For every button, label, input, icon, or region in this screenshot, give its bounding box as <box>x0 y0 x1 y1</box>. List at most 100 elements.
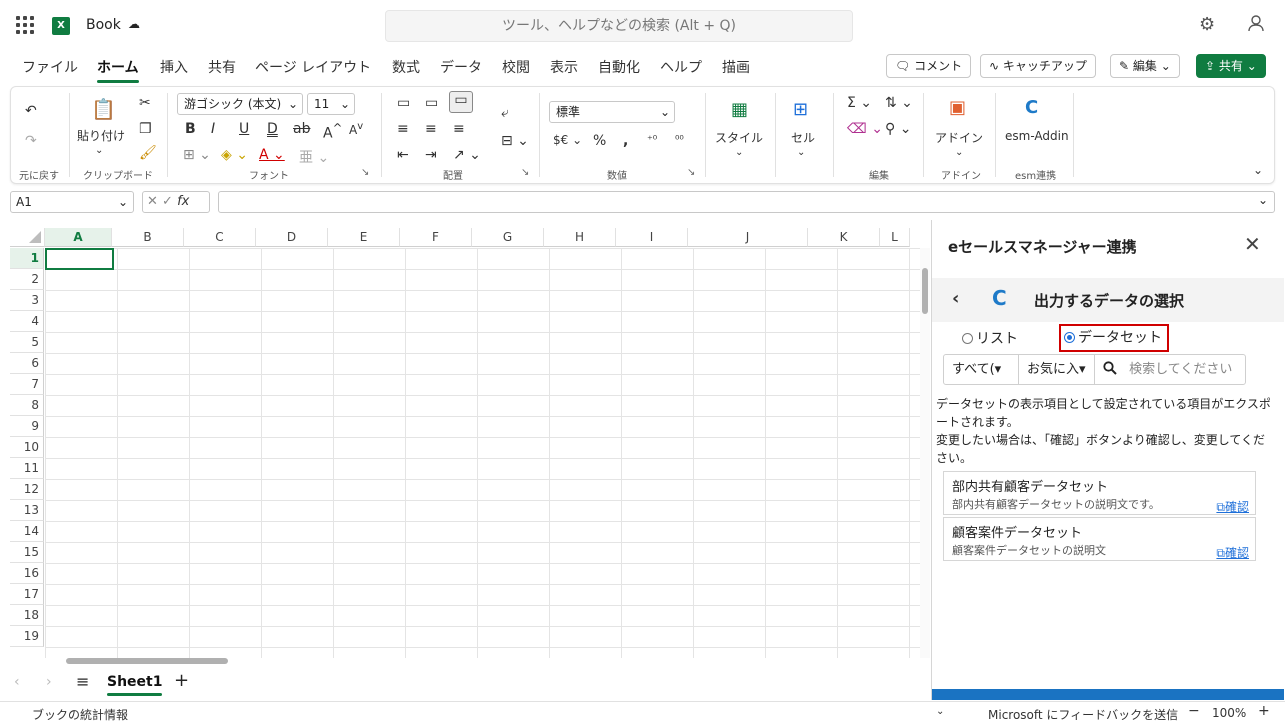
paste-icon[interactable]: 📋 <box>91 97 116 121</box>
clear-icon[interactable]: ⌫ ⌄ <box>847 121 883 137</box>
zoom-out-icon[interactable]: − <box>1188 703 1200 719</box>
account-icon[interactable] <box>1247 14 1265 37</box>
row-header[interactable]: 10 <box>10 437 44 458</box>
column-header[interactable]: K <box>808 228 880 247</box>
ribbon-expand-icon[interactable]: ⌄ <box>1253 163 1263 177</box>
formula-input[interactable]: ⌄ <box>218 191 1275 213</box>
chevron-down-icon[interactable]: ⌄ <box>95 145 103 156</box>
check-icon[interactable]: ✓ <box>162 194 173 209</box>
tab-file[interactable]: ファイル <box>22 57 78 77</box>
decrease-decimal-icon[interactable]: ⁰⁰ <box>675 133 684 146</box>
paste-button[interactable]: 貼り付け <box>77 127 125 144</box>
catchup-button[interactable]: ∿ キャッチアップ <box>980 54 1096 78</box>
row-header[interactable]: 4 <box>10 311 44 332</box>
zoom-level[interactable]: 100% <box>1212 706 1246 720</box>
tab-formulas[interactable]: 数式 <box>392 57 420 77</box>
increase-indent-icon[interactable]: ⇥ <box>425 147 437 163</box>
select-all-corner[interactable] <box>10 228 45 247</box>
autosum-icon[interactable]: Σ ⌄ <box>847 95 872 111</box>
merge-cells-icon[interactable]: ⊟ ⌄ <box>501 133 529 149</box>
phonetic-icon[interactable]: 亜 ⌄ <box>299 147 329 167</box>
column-header[interactable]: F <box>400 228 472 247</box>
cut-icon[interactable]: ✂ <box>139 95 151 111</box>
tab-insert[interactable]: 挿入 <box>160 57 188 77</box>
row-header[interactable]: 6 <box>10 353 44 374</box>
redo-icon[interactable]: ↷ <box>25 133 37 149</box>
sort-filter-icon[interactable]: ⇅ ⌄ <box>885 95 913 111</box>
bold-icon[interactable]: B <box>185 121 196 137</box>
decrease-indent-icon[interactable]: ⇤ <box>397 147 409 163</box>
name-box[interactable]: A1 ⌄ <box>10 191 134 213</box>
wrap-text-icon[interactable]: ⤶ <box>501 105 509 121</box>
all-sheets-icon[interactable]: ≡ <box>76 672 89 691</box>
row-header[interactable]: 18 <box>10 605 44 626</box>
align-left-icon[interactable]: ≡ <box>397 121 409 137</box>
esm-logo-icon[interactable]: C <box>1025 97 1038 118</box>
pane-search-input[interactable]: 検索してください <box>1095 355 1245 384</box>
tab-home[interactable]: ホーム <box>97 57 139 83</box>
tab-review[interactable]: 校閲 <box>502 57 530 77</box>
share-button[interactable]: ⇪ 共有 ⌄ <box>1196 54 1266 78</box>
back-icon[interactable]: ‹ <box>952 288 959 309</box>
tab-share[interactable]: 共有 <box>208 57 236 77</box>
row-header[interactable]: 3 <box>10 290 44 311</box>
row-header[interactable]: 17 <box>10 584 44 605</box>
tab-view[interactable]: 表示 <box>550 57 578 77</box>
align-right-icon[interactable]: ≡ <box>453 121 465 137</box>
align-top-icon[interactable]: ▭ <box>397 95 410 111</box>
tab-help[interactable]: ヘルプ <box>660 57 702 77</box>
next-sheet-icon[interactable]: › <box>46 674 52 690</box>
strikethrough-icon[interactable]: ab <box>293 121 310 137</box>
zoom-in-icon[interactable]: + <box>1258 703 1270 719</box>
font-size-select[interactable]: 11 ⌄ <box>307 93 355 115</box>
column-header[interactable]: L <box>880 228 910 247</box>
row-header[interactable]: 1 <box>10 248 44 269</box>
dataset-item[interactable]: 顧客案件データセット 顧客案件データセットの説明文 ⧉確認 <box>943 517 1256 561</box>
styles-icon[interactable]: ▦ <box>731 99 748 120</box>
radio-dataset-circle[interactable] <box>1064 332 1075 343</box>
align-middle-icon[interactable]: ▭ <box>425 95 438 111</box>
prev-sheet-icon[interactable]: ‹ <box>14 674 20 690</box>
cloud-saved-icon[interactable]: ☁ <box>128 17 140 31</box>
gear-icon[interactable]: ⚙ <box>1199 14 1215 35</box>
tab-page-layout[interactable]: ページ レイアウト <box>255 57 371 77</box>
comment-button[interactable]: 🗨 コメント <box>886 54 972 78</box>
find-icon[interactable]: ⚲ ⌄ <box>885 121 911 137</box>
app-launcher-icon[interactable] <box>16 16 34 34</box>
column-header[interactable]: C <box>184 228 256 247</box>
tab-automate[interactable]: 自動化 <box>598 57 640 77</box>
row-header[interactable]: 8 <box>10 395 44 416</box>
number-format-select[interactable]: 標準 ⌄ <box>549 101 675 123</box>
increase-decimal-icon[interactable]: ⁺⁰ <box>647 133 657 146</box>
column-header[interactable]: B <box>112 228 184 247</box>
radio-dataset[interactable]: データセット <box>1059 324 1169 352</box>
undo-icon[interactable]: ↶ <box>25 103 37 119</box>
align-bottom-icon[interactable]: ▭ <box>449 91 473 113</box>
row-header[interactable]: 2 <box>10 269 44 290</box>
row-header[interactable]: 7 <box>10 374 44 395</box>
font-name-select[interactable]: 游ゴシック (本文) ⌄ <box>177 93 303 115</box>
currency-icon[interactable]: $€ ⌄ <box>553 133 582 147</box>
esm-addin-button[interactable]: esm-Addin <box>1005 129 1069 143</box>
cells-icon[interactable]: ⊞ <box>793 99 808 120</box>
chevron-down-icon[interactable]: ⌄ <box>735 147 743 158</box>
decrease-font-icon[interactable]: Av <box>349 121 363 137</box>
row-header[interactable]: 5 <box>10 332 44 353</box>
tab-data[interactable]: データ <box>440 57 482 77</box>
chevron-down-icon[interactable]: ⌄ <box>936 706 944 717</box>
italic-icon[interactable]: I <box>211 121 215 137</box>
workbook-stats-link[interactable]: ブックの統計情報 <box>32 706 128 723</box>
styles-button[interactable]: スタイル <box>715 129 763 146</box>
filter-favorite-select[interactable]: お気に入▾ <box>1019 355 1095 384</box>
addins-button[interactable]: アドイン <box>935 129 983 146</box>
chevron-down-icon[interactable]: ⌄ <box>797 147 805 158</box>
dataset-confirm-link[interactable]: ⧉確認 <box>1216 544 1249 561</box>
orientation-icon[interactable]: ↗ ⌄ <box>453 147 481 163</box>
horizontal-scroll-thumb[interactable] <box>66 658 228 664</box>
feedback-link[interactable]: Microsoft にフィードバックを送信 <box>988 706 1178 723</box>
font-color-icon[interactable]: A ⌄ <box>259 147 285 163</box>
workbook-title[interactable]: Book <box>86 17 121 33</box>
vertical-scroll-thumb[interactable] <box>922 268 928 314</box>
chevron-down-icon[interactable]: ⌄ <box>955 147 963 158</box>
number-dialog-launcher-icon[interactable]: ↘ <box>687 167 695 178</box>
